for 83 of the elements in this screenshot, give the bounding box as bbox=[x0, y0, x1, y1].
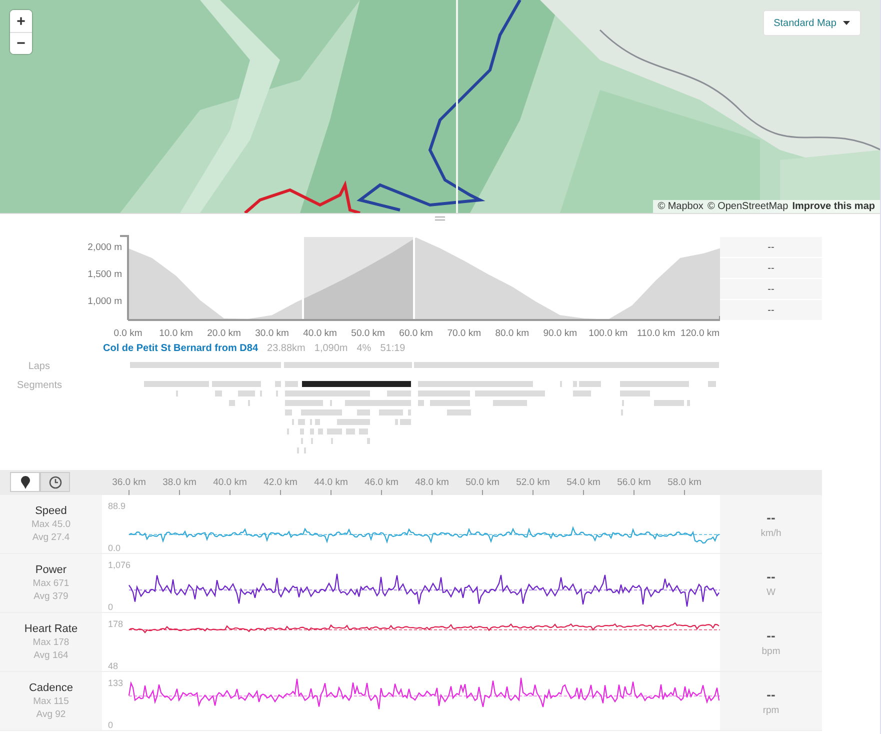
unit-label: W bbox=[766, 586, 776, 598]
attribution-link[interactable]: © Mapbox bbox=[658, 201, 704, 212]
axis-label: 60.0 km bbox=[399, 328, 433, 339]
stream-avg: Avg 379 bbox=[34, 591, 68, 602]
axis-label: 36.0 km bbox=[111, 477, 147, 488]
axis-label: 30.0 km bbox=[255, 328, 289, 339]
unit-label: rpm bbox=[762, 704, 780, 716]
axis-label: 40.0 km bbox=[303, 328, 337, 339]
segment-time: 51:19 bbox=[380, 343, 406, 354]
stream-avg: Avg 164 bbox=[34, 650, 68, 661]
axis-label: 1,000 m bbox=[88, 296, 122, 308]
axis-label: 90.0 km bbox=[543, 328, 578, 339]
current-value: -- bbox=[766, 686, 776, 702]
attribution-link[interactable]: Improve this map bbox=[792, 201, 875, 212]
current-value: -- bbox=[766, 628, 776, 642]
axis-label: 133 bbox=[108, 678, 124, 688]
unit-label: bpm bbox=[762, 646, 780, 656]
axis-label: 80.0 km bbox=[495, 328, 529, 339]
axis-label: 20.0 km bbox=[207, 328, 241, 339]
axis-label: 0.0 km bbox=[114, 328, 142, 339]
stream-max: Max 115 bbox=[33, 696, 69, 707]
segment-grade: 4% bbox=[356, 343, 372, 354]
current-value: -- bbox=[766, 568, 776, 584]
segment-elevation: 1,090m bbox=[314, 343, 348, 354]
attribution-link[interactable]: © OpenStreetMap bbox=[707, 201, 788, 212]
axis-label: 1,500 m bbox=[88, 269, 122, 280]
axis-label: 110.0 km bbox=[636, 328, 676, 339]
time-axis-button[interactable] bbox=[40, 472, 70, 492]
axis-label: 58.0 km bbox=[666, 477, 702, 488]
map-pin-icon bbox=[20, 476, 30, 488]
selection-highlight[interactable] bbox=[302, 237, 416, 319]
stream-name: Heart Rate bbox=[24, 623, 78, 635]
stream-name: Speed bbox=[35, 505, 67, 517]
clock-icon bbox=[48, 476, 62, 488]
stat-cell: -- bbox=[720, 300, 822, 320]
axis-label: 0 bbox=[108, 602, 114, 612]
caret-icon bbox=[843, 21, 850, 25]
distance-axis-button[interactable] bbox=[10, 472, 40, 492]
axis-label: 48.0 km bbox=[414, 477, 450, 488]
stream-max: Max 45.0 bbox=[31, 519, 71, 530]
selected-segment-bar[interactable] bbox=[302, 381, 411, 387]
stream-max: Max 178 bbox=[32, 637, 70, 648]
axis-label: 42.0 km bbox=[262, 477, 298, 488]
segment-link[interactable]: Col de Petit St Bernard from D84 bbox=[103, 343, 258, 354]
axis-label: 120.0 km bbox=[680, 328, 720, 339]
axis-label: 48 bbox=[108, 661, 118, 671]
laps-label: Laps bbox=[28, 361, 50, 372]
lap-bar[interactable] bbox=[414, 362, 719, 368]
axis-label: 44.0 km bbox=[313, 477, 349, 488]
axis-label: 178 bbox=[108, 619, 124, 629]
stream-name: Power bbox=[35, 564, 67, 576]
stat-cell: -- bbox=[720, 279, 822, 299]
axis-label: 1,076 bbox=[108, 560, 131, 570]
stat-cell: -- bbox=[720, 237, 822, 257]
zoom-out-button[interactable]: − bbox=[10, 32, 32, 54]
stream-max: Max 671 bbox=[32, 578, 70, 589]
drag-handle-icon[interactable] bbox=[435, 216, 445, 221]
axis-label: 0.0 bbox=[108, 543, 121, 553]
axis-label: 46.0 km bbox=[364, 477, 400, 488]
unit-label: km/h bbox=[760, 528, 782, 538]
axis-label: 100.0 km bbox=[588, 328, 628, 339]
lap-bar[interactable] bbox=[284, 362, 412, 368]
stream-avg: Avg 27.4 bbox=[32, 532, 70, 543]
segment-distance: 23.88km bbox=[267, 343, 306, 354]
axis-label: 10.0 km bbox=[159, 328, 193, 339]
axis-label: 88.9 bbox=[108, 501, 126, 511]
axis-label: 54.0 km bbox=[566, 477, 602, 488]
axis-label: 38.0 km bbox=[162, 477, 198, 488]
lap-bar[interactable] bbox=[130, 362, 281, 368]
stream-name: Cadence bbox=[28, 682, 74, 694]
stat-cell: -- bbox=[720, 258, 822, 278]
current-value: -- bbox=[766, 510, 776, 524]
axis-label: 0 bbox=[108, 720, 114, 730]
stream-avg: Avg 92 bbox=[36, 709, 66, 720]
axis-label: 50.0 km bbox=[351, 328, 385, 339]
axis-label: 40.0 km bbox=[212, 477, 248, 488]
axis-label: 50.0 km bbox=[464, 477, 500, 488]
axis-label: 56.0 km bbox=[616, 477, 652, 488]
map-style-dropdown[interactable]: Standard Map bbox=[763, 10, 861, 36]
segments-label: Segments bbox=[16, 380, 62, 391]
axis-label: 70.0 km bbox=[447, 328, 481, 339]
axis-label: 2,000 m bbox=[88, 242, 122, 254]
axis-label: 52.0 km bbox=[515, 477, 551, 488]
